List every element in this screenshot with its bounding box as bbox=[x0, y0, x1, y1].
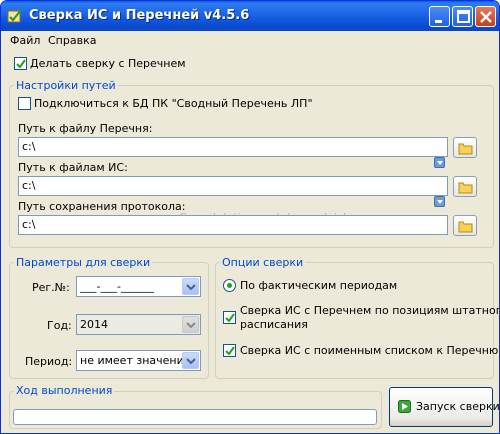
chevron-down-icon bbox=[186, 322, 196, 328]
list-file-input[interactable]: c:\ bbox=[18, 137, 448, 157]
reg-number-select[interactable]: ___-___-______ bbox=[76, 276, 201, 297]
reg-number-value: ___-___-______ bbox=[80, 280, 154, 293]
protocol-input[interactable]: c:\ bbox=[18, 215, 448, 235]
app-icon bbox=[7, 9, 22, 23]
reg-dropdown-button[interactable] bbox=[182, 278, 199, 295]
progress-bar bbox=[13, 409, 377, 425]
named-list-checkbox[interactable] bbox=[223, 344, 236, 357]
connect-db-label: Подключиться к БД ПК "Сводный Перечень Л… bbox=[34, 97, 313, 110]
period-label: Период: bbox=[25, 355, 73, 368]
list-file-label: Путь к файлу Перечня: bbox=[18, 122, 153, 135]
start-check-label: Запуск сверки bbox=[416, 400, 500, 413]
play-icon bbox=[398, 400, 411, 413]
menu-file[interactable]: Файл bbox=[10, 34, 40, 47]
main-window: Сверка ИС и Перечней v4.5.6 Файл Справка… bbox=[0, 0, 500, 434]
minimize-icon bbox=[435, 20, 442, 23]
year-select[interactable]: 2014 bbox=[76, 314, 201, 335]
close-icon bbox=[480, 11, 492, 23]
progress-group-title: Ход выполнения bbox=[14, 384, 115, 397]
arrow-down-icon bbox=[437, 161, 443, 165]
params-group-title: Параметры для сверки bbox=[14, 256, 153, 269]
menu-help[interactable]: Справка bbox=[48, 34, 96, 47]
browse-list-file-button[interactable] bbox=[453, 137, 477, 158]
close-button[interactable] bbox=[475, 6, 496, 27]
menu-bar: Файл Справка bbox=[1, 31, 499, 51]
browse-protocol-button[interactable] bbox=[453, 215, 477, 236]
actual-periods-label: По фактическим периодам bbox=[240, 279, 398, 292]
is-files-input[interactable]: c:\ bbox=[18, 176, 448, 196]
do-check-checkbox[interactable] bbox=[14, 57, 27, 70]
start-check-button[interactable]: Запуск сверки bbox=[389, 387, 499, 427]
maximize-icon bbox=[457, 10, 470, 23]
actual-periods-radio[interactable] bbox=[223, 279, 236, 292]
window-title: Сверка ИС и Перечней v4.5.6 bbox=[29, 8, 250, 23]
copy-path-down-button-2[interactable] bbox=[434, 196, 445, 207]
period-dropdown-button[interactable] bbox=[182, 352, 199, 369]
staff-check-label-line1: Сверка ИС с Перечнем по позициям штатног… bbox=[240, 304, 500, 317]
minimize-button[interactable] bbox=[429, 6, 450, 27]
year-dropdown-button[interactable] bbox=[182, 316, 199, 333]
staff-check-checkbox[interactable] bbox=[223, 311, 236, 324]
options-group-title: Опции сверки bbox=[220, 256, 306, 269]
title-bar[interactable]: Сверка ИС и Перечней v4.5.6 bbox=[1, 1, 499, 31]
maximize-button[interactable] bbox=[452, 6, 473, 27]
protocol-label: Путь сохранения протокола: bbox=[18, 200, 186, 213]
copy-path-down-button[interactable] bbox=[434, 157, 445, 168]
do-check-label: Делать сверку с Перечнем bbox=[30, 57, 186, 70]
checkmark-icon bbox=[16, 59, 26, 69]
checkmark-icon bbox=[225, 313, 235, 323]
chevron-down-icon bbox=[186, 358, 196, 364]
reg-label: Рег.№: bbox=[32, 281, 70, 294]
staff-check-label-line2: расписания bbox=[240, 318, 308, 331]
period-value: не имеет значения bbox=[80, 354, 191, 367]
folder-icon bbox=[458, 143, 473, 155]
checkmark-icon bbox=[225, 346, 235, 356]
chevron-down-icon bbox=[186, 284, 196, 290]
connect-db-checkbox[interactable] bbox=[18, 97, 31, 110]
folder-icon bbox=[458, 221, 473, 233]
is-files-label: Путь к файлам ИС: bbox=[18, 161, 128, 174]
period-select[interactable]: не имеет значения bbox=[76, 350, 201, 371]
paths-group-title: Настройки путей bbox=[14, 79, 118, 92]
radio-selected-dot bbox=[227, 283, 232, 288]
year-value: 2014 bbox=[80, 318, 108, 331]
year-label: Год: bbox=[47, 319, 72, 332]
named-list-label: Сверка ИС с поименным списком к Перечню bbox=[240, 344, 499, 357]
browse-is-files-button[interactable] bbox=[453, 176, 477, 197]
folder-icon bbox=[458, 182, 473, 194]
arrow-down-icon bbox=[437, 200, 443, 204]
